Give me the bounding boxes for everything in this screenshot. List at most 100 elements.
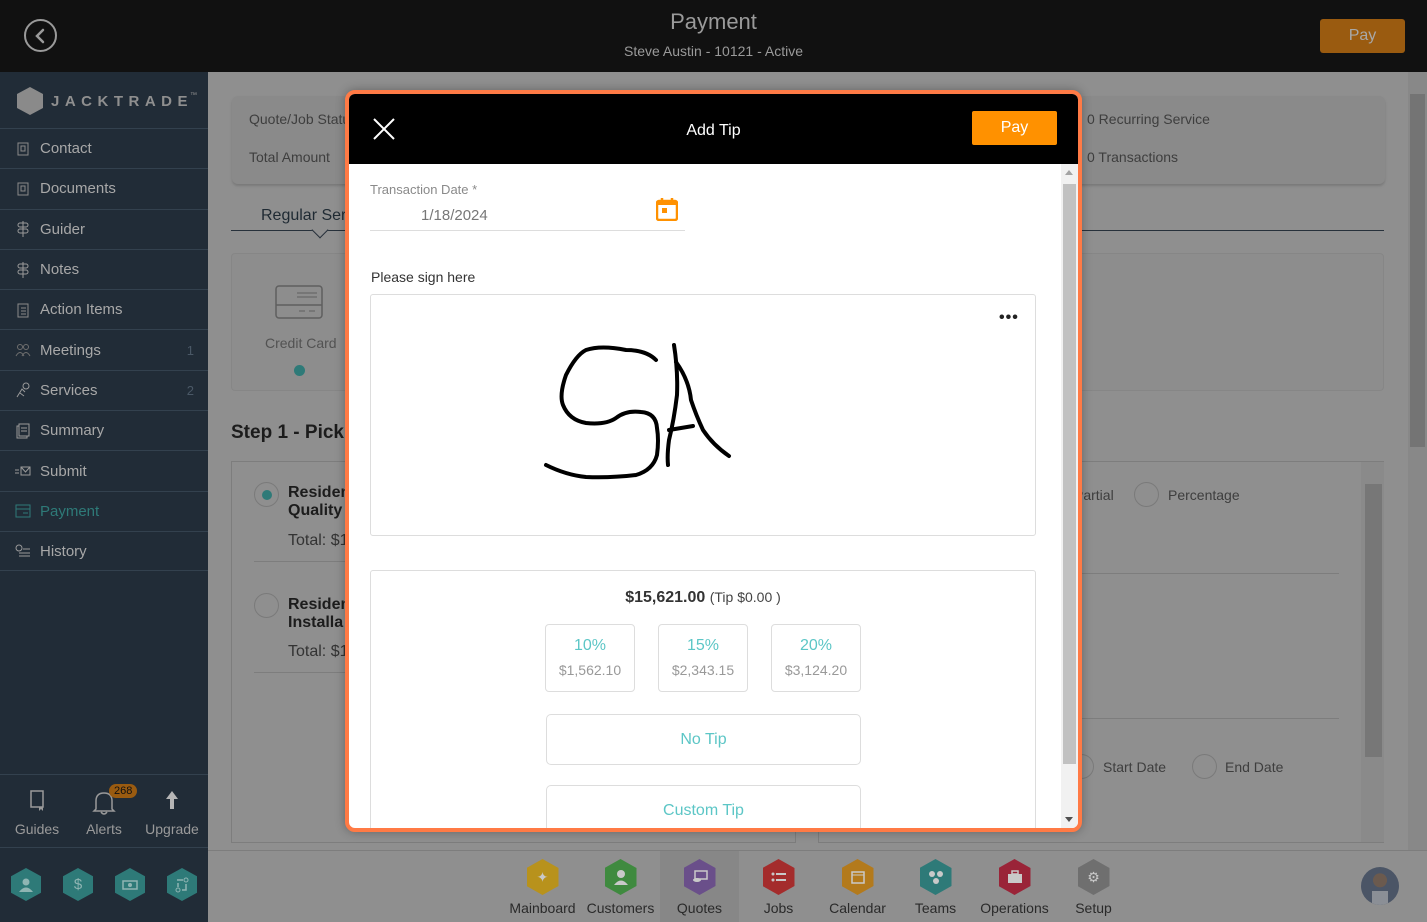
app-label: Operations: [980, 900, 1049, 916]
arrow-up-icon: [166, 791, 178, 809]
alerts-button[interactable]: 268 Alerts: [69, 784, 139, 837]
top-bar: Payment Steve Austin - 10121 - Active Pa…: [0, 0, 1427, 72]
app-quotes[interactable]: Quotes: [660, 851, 739, 922]
app-label: Quotes: [676, 900, 723, 916]
main-scrollbar[interactable]: [1408, 72, 1427, 850]
meetings-icon: [15, 342, 31, 358]
sidebar-item-meetings[interactable]: Meetings 1: [0, 329, 208, 369]
guides-button[interactable]: Guides: [2, 789, 72, 837]
sidebar-item-contact[interactable]: Contact: [0, 128, 208, 168]
alerts-badge: 268: [109, 784, 138, 798]
sidebar-item-notes[interactable]: Notes: [0, 248, 208, 289]
end-date-label: End Date: [1225, 759, 1284, 775]
jobs-icon: [762, 859, 795, 895]
scroll-up-arrow-icon[interactable]: [1065, 170, 1073, 175]
quotes-icon: [683, 859, 716, 895]
jacktrade-logo[interactable]: JACKTRADE ™: [17, 86, 200, 116]
modal-title: Add Tip: [686, 122, 741, 139]
brand-name: JACKTRADE: [51, 92, 194, 110]
dollar-icon[interactable]: $: [63, 868, 93, 901]
sidebar-item-summary[interactable]: Summary: [0, 410, 208, 450]
sidebar: JACKTRADE ™ Contact Documents Guider Not…: [0, 72, 208, 922]
services-icon: [15, 382, 31, 398]
app-teams[interactable]: Teams: [896, 859, 975, 916]
payment-method-label: Credit Card: [265, 335, 337, 351]
signpost-icon: [15, 261, 31, 278]
option-radio[interactable]: [254, 593, 279, 618]
upgrade-button[interactable]: Upgrade: [137, 789, 207, 837]
app-calendar[interactable]: Calendar: [818, 859, 897, 916]
sidebar-item-action-items[interactable]: Action Items: [0, 289, 208, 329]
modal-pay-button[interactable]: Pay: [972, 111, 1057, 145]
no-tip-button[interactable]: No Tip: [546, 714, 861, 765]
customers-icon: [604, 859, 637, 895]
tip-value: $3,124.20: [784, 662, 848, 678]
option-radio[interactable]: [254, 482, 279, 507]
scroll-down-arrow-icon[interactable]: [1065, 817, 1073, 822]
tip-amount: (Tip $0.00 ): [709, 589, 781, 605]
calendar-picker-button[interactable]: [655, 197, 679, 226]
workflow-icon[interactable]: [167, 868, 197, 901]
sidebar-item-guider[interactable]: Guider: [0, 208, 208, 249]
panel-scrollbar[interactable]: [1361, 462, 1384, 842]
payment-icon: [15, 503, 31, 519]
end-date-radio[interactable]: [1192, 754, 1217, 779]
tip-option-15[interactable]: 15% $2,343.15: [658, 624, 748, 692]
tip-option-10[interactable]: 10% $1,562.10: [545, 624, 635, 692]
transaction-date-input[interactable]: 1/18/2024: [421, 207, 488, 224]
sidebar-item-label: Submit: [40, 462, 87, 480]
sidebar-item-label: Guider: [40, 220, 86, 238]
recurring-service-count: 0 Recurring Service: [1087, 111, 1210, 127]
custom-tip-button[interactable]: Custom Tip: [546, 785, 861, 828]
modal-header: Add Tip Pay: [349, 94, 1078, 164]
main-scrollbar-thumb[interactable]: [1410, 94, 1425, 447]
sidebar-item-label: Notes: [40, 261, 80, 279]
signature-pad[interactable]: •••: [370, 294, 1036, 536]
submit-icon: [15, 463, 31, 479]
app-label: Mainboard: [509, 900, 576, 916]
percentage-radio[interactable]: [1134, 482, 1159, 507]
sidebar-item-services[interactable]: Services 2: [0, 369, 208, 410]
modal-scrollbar[interactable]: [1061, 164, 1078, 828]
summary-icon: [15, 423, 31, 439]
app-setup[interactable]: ⚙ Setup: [1054, 859, 1133, 916]
history-icon: [15, 543, 31, 559]
tip-option-20[interactable]: 20% $3,124.20: [771, 624, 861, 692]
sidebar-item-label: Payment: [40, 502, 100, 520]
tool-label: Alerts: [86, 821, 122, 837]
add-tip-modal: Add Tip Pay Transaction Date * 1/18/2024…: [345, 90, 1082, 832]
documents-icon: [15, 181, 31, 197]
tip-selection-card: $15,621.00 (Tip $0.00 ) 10% $1,562.10 15…: [370, 570, 1036, 828]
option-total: Total: $1: [288, 643, 349, 660]
app-label: Calendar: [829, 900, 886, 916]
money-icon[interactable]: [115, 868, 145, 901]
app-label: Setup: [1075, 900, 1112, 916]
header-pay-button[interactable]: Pay: [1320, 19, 1405, 53]
sidebar-item-submit[interactable]: Submit: [0, 450, 208, 490]
step-title: Step 1 - Pick: [231, 422, 344, 443]
sidebar-item-label: Services: [40, 381, 98, 399]
app-operations[interactable]: Operations: [975, 859, 1054, 916]
app-jobs[interactable]: Jobs: [739, 859, 818, 916]
tip-percent: 20%: [799, 637, 833, 654]
user-avatar[interactable]: [1361, 867, 1399, 905]
sidebar-item-documents[interactable]: Documents: [0, 168, 208, 208]
mainboard-icon: ✦: [526, 859, 559, 895]
sidebar-item-payment[interactable]: Payment: [0, 490, 208, 531]
total-amount-label: Total Amount: [249, 149, 330, 165]
option-subtitle: Installa: [288, 614, 344, 631]
sidebar-item-label: Documents: [40, 180, 116, 198]
sidebar-item-history[interactable]: History: [0, 530, 208, 572]
sidebar-tools: Guides 268 Alerts Upgrade: [0, 774, 208, 848]
page-title: Payment: [670, 9, 757, 34]
modal-scrollbar-thumb[interactable]: [1063, 184, 1076, 764]
person-icon[interactable]: [11, 868, 41, 901]
more-options-icon[interactable]: •••: [999, 309, 1019, 327]
panel-scrollbar-thumb[interactable]: [1365, 484, 1382, 757]
bottom-app-bar: ✦ Mainboard Customers Quotes Jobs Calend…: [208, 850, 1427, 922]
tip-percent: 10%: [573, 637, 607, 654]
app-label: Customers: [586, 900, 655, 916]
app-mainboard[interactable]: ✦ Mainboard: [503, 859, 582, 916]
signature-label: Please sign here: [371, 269, 476, 285]
app-customers[interactable]: Customers: [581, 859, 660, 916]
